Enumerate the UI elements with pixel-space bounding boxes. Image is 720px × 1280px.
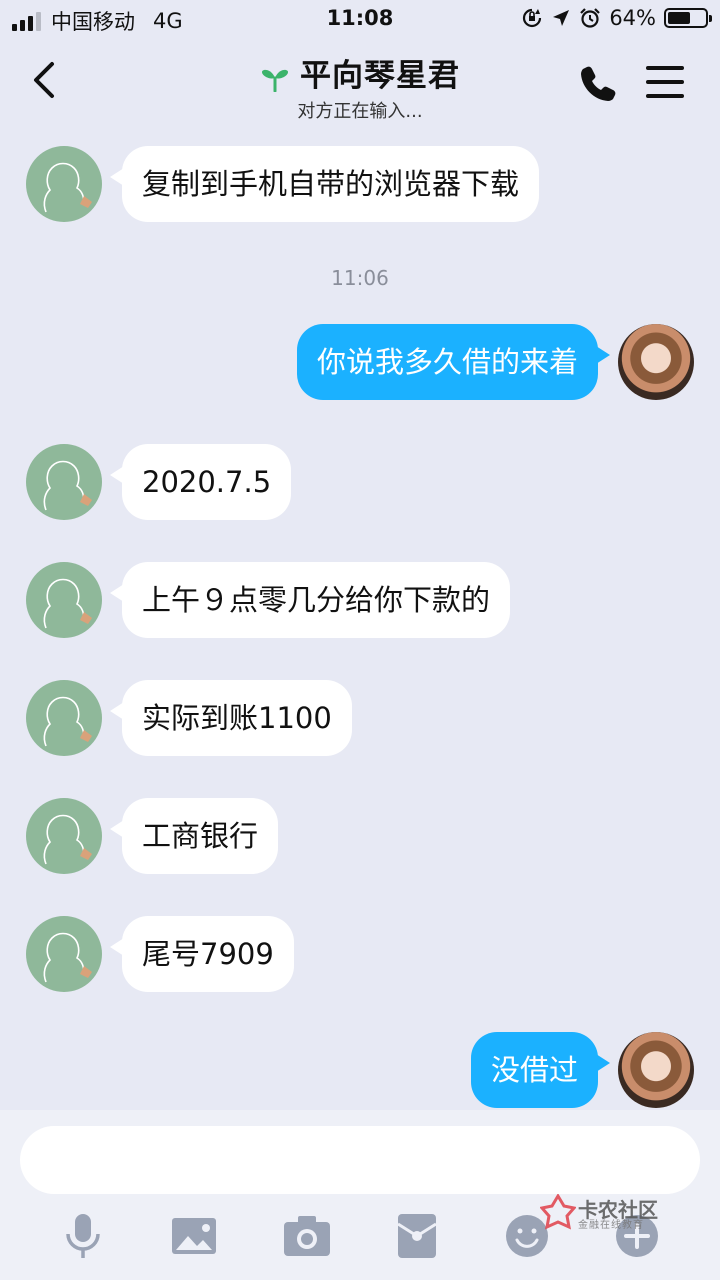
message-bubble[interactable]: 复制到手机自带的浏览器下载 <box>109 146 540 222</box>
message-timestamp: 11:06 <box>331 266 389 290</box>
alarm-icon <box>580 8 601 28</box>
contact-avatar[interactable] <box>26 444 102 520</box>
image-icon[interactable] <box>170 1212 220 1260</box>
avatar-figure-icon <box>43 932 92 983</box>
chat-header: 平向琴星君 对方正在输入... <box>0 40 720 122</box>
message-incoming: 尾号7909 <box>26 916 294 992</box>
message-incoming: 2020.7.5 <box>26 444 292 520</box>
message-bubble[interactable]: 2020.7.5 <box>109 444 292 520</box>
avatar-figure-icon <box>43 162 92 213</box>
message-bubble[interactable]: 上午９点零几分给你下款的 <box>109 562 511 638</box>
avatar-figure-icon <box>43 460 92 511</box>
status-right: 64% <box>521 6 712 30</box>
avatar-figure-icon <box>43 814 92 865</box>
message-list[interactable]: 复制到手机自带的浏览器下载 11:06 你说我多久借的来着 2020.7.5 上… <box>0 122 720 1110</box>
watermark-logo-icon <box>540 1194 576 1230</box>
rotation-lock-icon <box>523 8 542 28</box>
avatar-figure-icon <box>43 578 92 629</box>
phone-icon[interactable] <box>578 64 618 104</box>
message-outgoing: 你说我多久借的来着 <box>296 324 694 400</box>
camera-icon[interactable] <box>282 1212 332 1260</box>
message-incoming: 工商银行 <box>26 798 279 874</box>
battery-icon <box>664 8 712 28</box>
message-input[interactable] <box>20 1126 700 1194</box>
red-packet-icon[interactable] <box>392 1212 442 1260</box>
message-outgoing: 没借过 <box>470 1032 694 1108</box>
message-incoming: 实际到账1100 <box>26 680 352 756</box>
mic-icon[interactable] <box>58 1212 108 1260</box>
message-bubble[interactable]: 工商银行 <box>109 798 279 874</box>
message-bubble[interactable]: 实际到账1100 <box>110 680 352 756</box>
sprout-icon <box>262 69 288 92</box>
message-incoming: 上午９点零几分给你下款的 <box>26 562 511 638</box>
message-bubble[interactable]: 你说我多久借的来着 <box>296 324 611 400</box>
message-bubble[interactable]: 没借过 <box>470 1032 611 1108</box>
message-bubble[interactable]: 尾号7909 <box>110 916 294 992</box>
battery-percent: 64% <box>609 6 656 30</box>
message-incoming: 复制到手机自带的浏览器下载 <box>26 146 540 222</box>
menu-icon[interactable] <box>646 66 684 98</box>
watermark: 卡农社区 金融在线教育 <box>540 1192 660 1232</box>
contact-avatar[interactable] <box>26 146 102 222</box>
location-icon <box>553 10 570 26</box>
contact-name: 平向琴星君 <box>300 58 460 94</box>
contact-avatar[interactable] <box>26 916 102 992</box>
avatar-figure-icon <box>43 696 92 747</box>
status-bar: 中国移动 4G 11:08 64% <box>0 0 720 40</box>
watermark-subtitle: 金融在线教育 <box>578 1220 644 1231</box>
contact-avatar[interactable] <box>26 798 102 874</box>
contact-avatar[interactable] <box>26 680 102 756</box>
user-avatar[interactable] <box>618 1032 694 1108</box>
user-avatar[interactable] <box>618 324 694 400</box>
contact-avatar[interactable] <box>26 562 102 638</box>
